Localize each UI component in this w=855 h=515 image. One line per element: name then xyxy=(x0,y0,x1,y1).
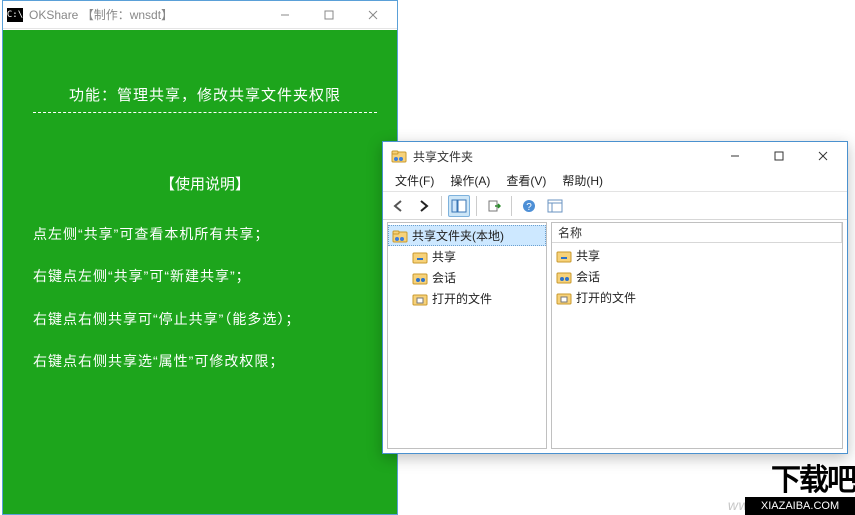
tree-item-label: 会话 xyxy=(432,269,456,286)
shares-icon xyxy=(412,249,428,265)
open-files-icon xyxy=(556,290,572,306)
menu-file[interactable]: 文件(F) xyxy=(389,170,440,191)
list-item-shares[interactable]: 共享 xyxy=(552,245,842,266)
instruction-line: 右键点左侧“共享”可“新建共享”； xyxy=(33,265,377,287)
sessions-icon xyxy=(556,269,572,285)
column-header-name[interactable]: 名称 xyxy=(558,224,582,241)
toolbar: ? xyxy=(383,192,847,220)
divider xyxy=(33,112,377,113)
shared-folders-window: 共享文件夹 文件(F) 操作(A) 查看(V) 帮助(H) xyxy=(382,141,848,454)
maximize-button[interactable] xyxy=(757,145,801,167)
okshare-heading: 功能：管理共享，修改共享文件夹权限 xyxy=(33,84,377,108)
instruction-line: 右键点右侧共享可“停止共享”（能多选）； xyxy=(33,308,377,330)
usage-heading: 【使用说明】 xyxy=(33,173,377,197)
menu-action[interactable]: 操作(A) xyxy=(444,170,496,191)
list-item-label: 会话 xyxy=(576,268,600,285)
tree-root[interactable]: 共享文件夹(本地) xyxy=(388,225,546,246)
console-icon: C:\ xyxy=(7,8,23,22)
export-list-button[interactable] xyxy=(483,195,505,217)
tree-item-open-files[interactable]: 打开的文件 xyxy=(388,288,546,309)
tree-root-label: 共享文件夹(本地) xyxy=(412,227,504,244)
close-button[interactable] xyxy=(351,3,395,27)
toolbar-separator xyxy=(476,196,477,216)
sessions-icon xyxy=(412,270,428,286)
tree-item-label: 打开的文件 xyxy=(432,290,492,307)
okshare-title: OKShare 【制作：wnsdt】 xyxy=(29,6,263,23)
menu-help[interactable]: 帮助(H) xyxy=(556,170,609,191)
okshare-body: 功能：管理共享，修改共享文件夹权限 【使用说明】 点左侧“共享”可查看本机所有共… xyxy=(3,30,397,514)
shares-icon xyxy=(556,248,572,264)
watermark-text: www.xiazaiba.com xyxy=(728,497,851,513)
shared-folder-icon xyxy=(392,228,408,244)
okshare-titlebar[interactable]: C:\ OKShare 【制作：wnsdt】 xyxy=(3,1,397,29)
close-button[interactable] xyxy=(801,145,845,167)
tree-item-label: 共享 xyxy=(432,248,456,265)
tree-item-shares[interactable]: 共享 xyxy=(388,246,546,267)
list-pane[interactable]: 名称 共享 会话 xyxy=(551,222,843,449)
instruction-line: 右键点右侧共享选“属性”可修改权限； xyxy=(33,350,377,372)
open-files-icon xyxy=(412,291,428,307)
instruction-line: 点左侧“共享”可查看本机所有共享； xyxy=(33,223,377,245)
forward-icon xyxy=(417,199,431,213)
shared-folders-titlebar[interactable]: 共享文件夹 xyxy=(383,142,847,170)
okshare-window: C:\ OKShare 【制作：wnsdt】 功能：管理共享，修改共享文件夹权限… xyxy=(2,0,398,515)
shared-folders-title: 共享文件夹 xyxy=(413,148,713,165)
tree-item-sessions[interactable]: 会话 xyxy=(388,267,546,288)
client-area: 共享文件夹(本地) 共享 会话 打开的文件 xyxy=(387,222,843,449)
toolbar-separator xyxy=(441,196,442,216)
export-list-icon xyxy=(487,199,501,213)
minimize-button[interactable] xyxy=(263,3,307,27)
help-icon: ? xyxy=(522,199,536,213)
shared-folder-app-icon xyxy=(391,148,407,164)
minimize-button[interactable] xyxy=(713,145,757,167)
help-button[interactable]: ? xyxy=(518,195,540,217)
forward-button[interactable] xyxy=(413,195,435,217)
list-body: 共享 会话 打开的文件 xyxy=(552,243,842,448)
back-button[interactable] xyxy=(387,195,409,217)
tree-pane[interactable]: 共享文件夹(本地) 共享 会话 打开的文件 xyxy=(387,222,547,449)
instructions: 点左侧“共享”可查看本机所有共享； 右键点左侧“共享”可“新建共享”； 右键点右… xyxy=(33,223,377,373)
watermark-logo-sub: XIAZAIBA.COM xyxy=(745,497,855,515)
toolbar-separator xyxy=(511,196,512,216)
list-item-sessions[interactable]: 会话 xyxy=(552,266,842,287)
show-hide-tree-icon xyxy=(451,199,467,213)
maximize-button[interactable] xyxy=(307,3,351,27)
properties-button[interactable] xyxy=(544,195,566,217)
show-hide-tree-button[interactable] xyxy=(448,195,470,217)
menu-view[interactable]: 查看(V) xyxy=(500,170,552,191)
back-icon xyxy=(391,199,405,213)
list-item-open-files[interactable]: 打开的文件 xyxy=(552,287,842,308)
list-header[interactable]: 名称 xyxy=(552,223,842,243)
watermark-logo-glyph: 下载吧 xyxy=(771,455,855,499)
svg-text:?: ? xyxy=(526,202,532,213)
list-item-label: 打开的文件 xyxy=(576,289,636,306)
watermark-logo: 下载吧 XIAZAIBA.COM xyxy=(745,463,855,515)
properties-icon xyxy=(547,199,563,213)
list-item-label: 共享 xyxy=(576,247,600,264)
menubar: 文件(F) 操作(A) 查看(V) 帮助(H) xyxy=(383,170,847,192)
